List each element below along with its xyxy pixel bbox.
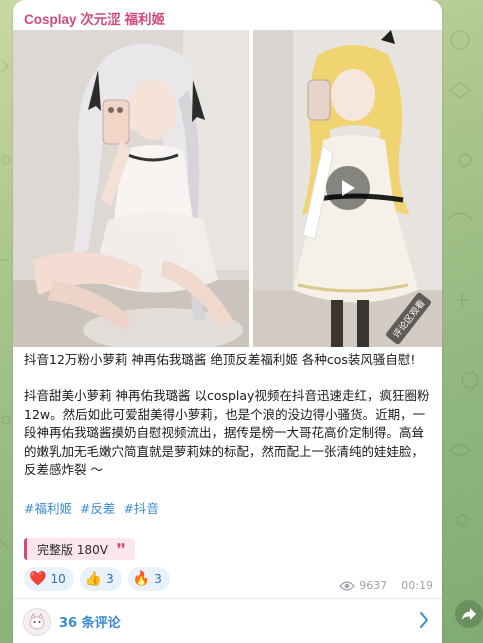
reaction-fire[interactable]: 🔥 3 (127, 567, 170, 591)
view-count: 9637 (359, 579, 388, 592)
cosplay-photo-1[interactable] (13, 30, 249, 347)
play-button[interactable] (326, 166, 370, 210)
reaction-count: 3 (154, 572, 162, 586)
reaction-thumbs-up[interactable]: 👍 3 (79, 567, 122, 591)
reactions-bar: ❤️ 10 👍 3 🔥 3 (24, 567, 170, 591)
post-title-line: 抖音12万粉小萝莉 神再佑我璐酱 绝顶反差福利姬 各种cos装风骚自慰! (24, 352, 416, 367)
post-time: 00:19 (401, 579, 433, 592)
commenter-avatar (23, 608, 51, 636)
price-quote-block: 完整版 180V ❜❜ (24, 538, 136, 560)
heart-icon: ❤️ (29, 571, 47, 587)
media-album: 评论区观看 (13, 30, 442, 347)
comments-button[interactable]: 36 条评论 (13, 599, 442, 643)
thumbs-up-icon: 👍 (84, 571, 103, 587)
eye-icon (339, 580, 356, 591)
hashtag-link[interactable]: #反差 (80, 501, 115, 516)
fire-icon: 🔥 (132, 571, 151, 587)
reaction-count: 10 (50, 572, 66, 586)
chevron-right-icon (420, 612, 428, 628)
hashtag-list: #福利姬 #反差 #抖音 (24, 498, 163, 517)
hashtag-link[interactable]: #抖音 (123, 501, 158, 516)
quote-icon: ❜❜ (116, 541, 126, 557)
channel-post-bubble: Cosplay 次元涩 福利姬 评论区观看 抖音12万粉小萝莉 神再佑我璐酱 绝… (13, 0, 442, 643)
reaction-heart[interactable]: ❤️ 10 (24, 567, 74, 591)
play-icon (342, 180, 355, 196)
post-meta: 9637 00:19 (339, 579, 433, 592)
channel-title[interactable]: Cosplay 次元涩 福利姬 (24, 8, 165, 28)
post-body: 抖音甜美小萝莉 神再佑我璐酱 以cosplay视频在抖音迅速走红，疯狂圈粉12w… (24, 388, 430, 478)
comments-label: 36 条评论 (59, 616, 121, 631)
share-button[interactable] (455, 600, 483, 628)
reaction-count: 3 (106, 572, 114, 586)
hashtag-link[interactable]: #福利姬 (24, 501, 72, 516)
cosplay-video-thumbnail[interactable]: 评论区观看 (253, 30, 442, 347)
post-text: 抖音12万粉小萝莉 神再佑我璐酱 绝顶反差福利姬 各种cos装风骚自慰! 抖音甜… (24, 351, 430, 479)
share-arrow-icon (462, 608, 476, 620)
price-label: 完整版 180V (37, 542, 108, 557)
